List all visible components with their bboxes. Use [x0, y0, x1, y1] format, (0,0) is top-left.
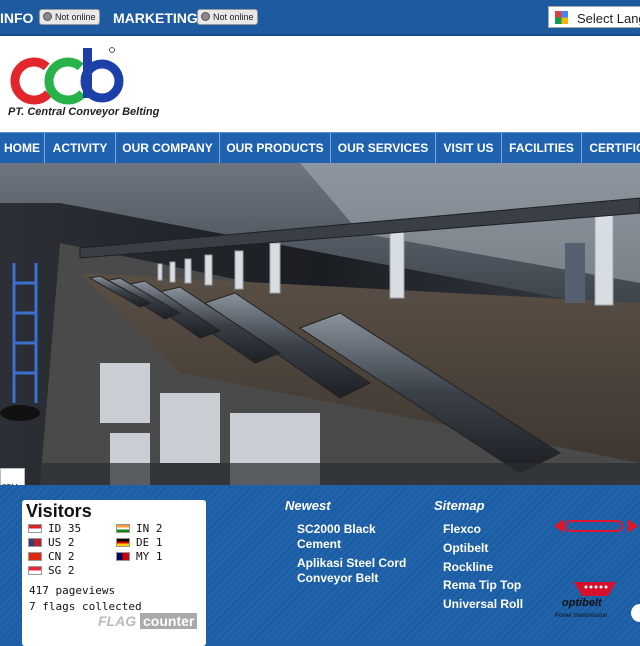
site-footer: Visitors ID 35 US 2 CN 2 SG 2 IN 2 DE 1 …	[0, 486, 640, 646]
visitor-row-cn: CN 2	[28, 550, 75, 563]
nav-item-our-products[interactable]: OUR PRODUCTS	[220, 133, 331, 163]
flag-in-icon	[116, 524, 130, 533]
top-bar: INFO Not online MARKETING Not online Sel…	[0, 0, 640, 36]
flags-collected-count: 7 flags collected	[29, 600, 142, 613]
flag-cn-icon	[28, 552, 42, 561]
optibelt-wordmark: optibelt	[562, 597, 602, 609]
optibelt-partner-logo[interactable]: optibelt Power transmission	[555, 582, 630, 628]
company-name: PT. Central Conveyor Belting	[8, 106, 160, 118]
visitor-row-us: US 2	[28, 536, 75, 549]
flag-counter-widget[interactable]: Visitors ID 35 US 2 CN 2 SG 2 IN 2 DE 1 …	[22, 500, 206, 646]
offline-icon	[201, 12, 210, 21]
marketing-label: MARKETING	[113, 10, 198, 26]
nav-item-visit-us[interactable]: VISIT US	[436, 133, 502, 163]
sitemap-link-flexco[interactable]: Flexco	[443, 522, 481, 537]
visitor-row-sg: SG 2	[28, 564, 75, 577]
visitor-row-in: IN 2	[116, 522, 163, 535]
flag-my-icon	[116, 552, 130, 561]
nav-item-facilities[interactable]: FACILITIES	[502, 133, 582, 163]
sitemap-link-rema-tip-top[interactable]: Rema Tip Top	[443, 578, 521, 593]
sitemap-link-optibelt[interactable]: Optibelt	[443, 541, 488, 556]
slideshow-prev-button[interactable]: rev	[0, 468, 25, 485]
newest-heading: Newest	[285, 498, 331, 513]
nav-item-activity[interactable]: ACTIVITY	[45, 133, 116, 163]
nav-item-certification[interactable]: CERTIFIC	[582, 133, 640, 163]
flag-counter-logo: FLAG counter	[98, 613, 198, 629]
visitor-row-id: ID 35	[28, 522, 81, 535]
nav-item-our-services[interactable]: OUR SERVICES	[331, 133, 436, 163]
pageviews-count: 417 pageviews	[29, 584, 116, 597]
nav-item-home[interactable]: HOME	[0, 133, 45, 163]
newest-link-sc2000[interactable]: SC2000 Black Cement	[297, 522, 417, 552]
visitors-title: Visitors	[26, 501, 92, 521]
flag-de-icon	[116, 538, 130, 547]
visitor-row-my: MY 1	[116, 550, 163, 563]
info-status-badge[interactable]: Not online	[39, 9, 100, 25]
language-select[interactable]: Select Lang	[548, 6, 640, 28]
info-label: INFO	[0, 10, 34, 26]
hero-slideshow: rev	[0, 163, 640, 485]
scroll-to-top-button[interactable]	[631, 604, 640, 622]
offline-icon	[43, 12, 52, 21]
site-header: PT. Central Conveyor Belting	[0, 36, 640, 132]
language-select-label: Select Lang	[577, 11, 640, 26]
flag-us-icon	[28, 538, 42, 547]
sitemap-heading: Sitemap	[434, 498, 485, 513]
optibelt-emblem-icon	[574, 582, 616, 596]
marketing-status-badge[interactable]: Not online	[197, 9, 258, 25]
sitemap-link-rockline[interactable]: Rockline	[443, 560, 493, 575]
sitemap-link-universal-roll[interactable]: Universal Roll	[443, 597, 523, 612]
flag-sg-icon	[28, 566, 42, 575]
nav-item-our-company[interactable]: OUR COMPANY	[116, 133, 220, 163]
main-nav: HOME ACTIVITY OUR COMPANY OUR PRODUCTS O…	[0, 132, 640, 164]
partner-logo-red[interactable]	[552, 516, 640, 536]
flag-id-icon	[28, 524, 42, 533]
conveyor-belt-photo	[0, 163, 640, 485]
google-translate-icon	[555, 11, 568, 24]
newest-link-steel-cord[interactable]: Aplikasi Steel Cord Conveyor Belt	[297, 556, 427, 586]
visitor-row-de: DE 1	[116, 536, 163, 549]
optibelt-tagline: Power transmission	[555, 613, 608, 619]
